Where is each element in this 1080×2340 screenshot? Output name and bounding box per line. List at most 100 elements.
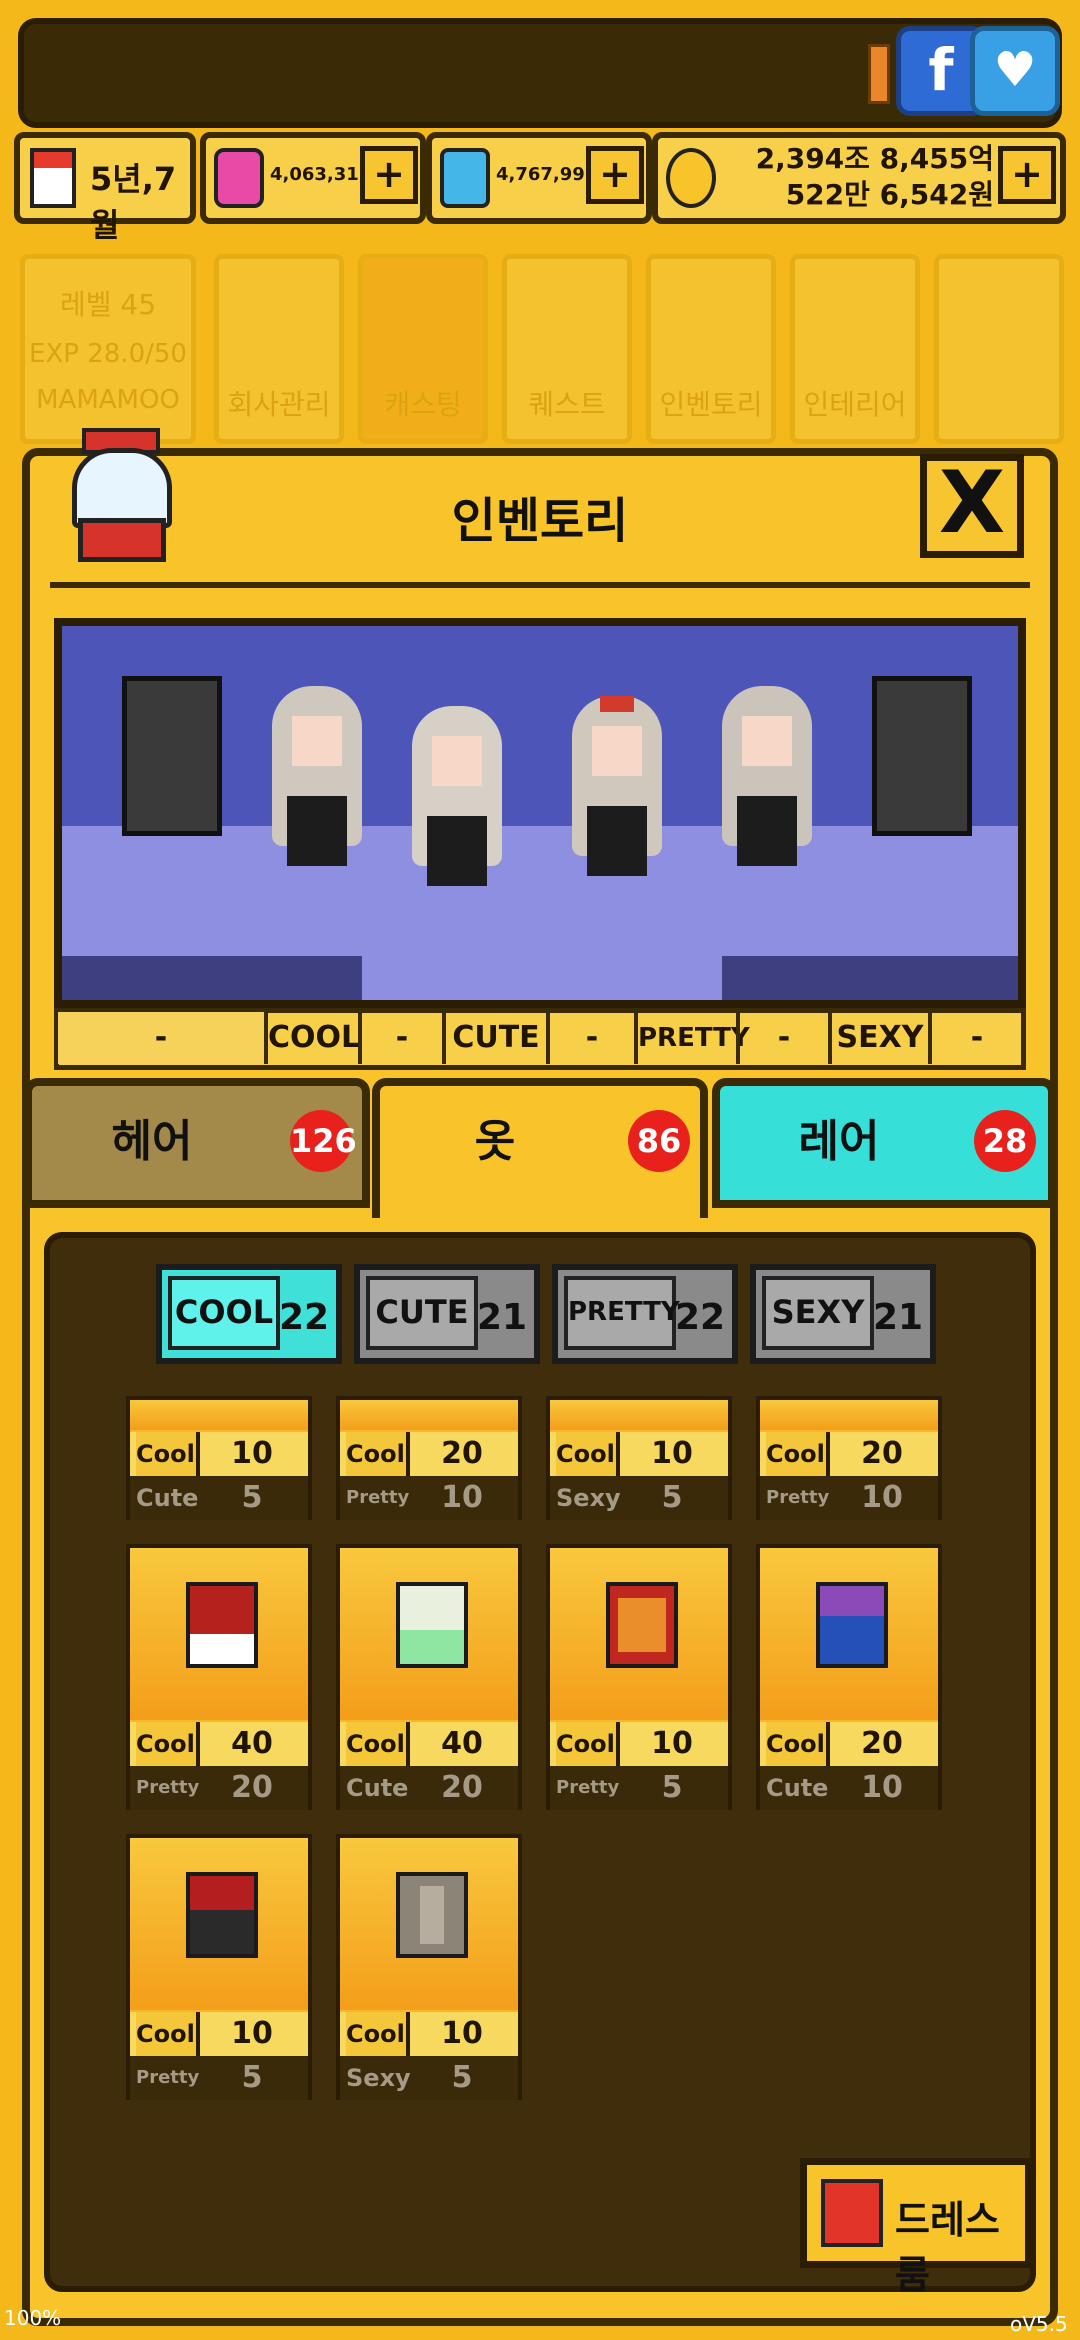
dressroom-label: 드레스룸 (895, 2198, 1000, 2297)
tab-clothes[interactable]: 옷 86 (372, 1078, 708, 1218)
level-value: 45 (120, 288, 157, 321)
item-card[interactable]: Cool 10 Pretty 5 (126, 1834, 312, 2100)
item-primary-stat: Cool (556, 1722, 620, 1766)
item-secondary-value: 5 (241, 1480, 263, 1515)
item-secondary-value: 10 (861, 1770, 903, 1805)
idol-member-1 (262, 686, 372, 886)
tab-hair[interactable]: 헤어 126 (24, 1078, 370, 1208)
item-primary-value: 10 (231, 1436, 273, 1471)
item-primary-stat: Cool (766, 1432, 830, 1476)
item-card[interactable]: Cool 10 Cute 5 (126, 1396, 312, 1520)
menu-inventory-label: 인벤토리 (659, 388, 763, 421)
item-primary-stat: Cool (346, 1432, 410, 1476)
facebook-icon: f (928, 36, 954, 104)
menu-extra[interactable] (934, 254, 1064, 444)
tab-clothes-label: 옷 (474, 1116, 516, 1167)
item-card[interactable]: Cool 20 Pretty 10 (336, 1396, 522, 1520)
outfit-icon (186, 1872, 258, 1958)
item-secondary-value: 10 (861, 1480, 903, 1515)
item-secondary-value: 5 (241, 2060, 263, 2095)
filter-sexy-count: 21 (872, 1297, 924, 1338)
item-primary-stat: Cool (556, 1432, 620, 1476)
money-display: 2,394조 8,455억 522만 6,542원 + (652, 132, 1066, 224)
menu-company[interactable]: 회사관리 (214, 254, 344, 444)
tab-clothes-count: 86 (628, 1110, 690, 1172)
item-secondary-value: 10 (441, 1480, 483, 1515)
stat-sexy-label: SEXY (828, 1012, 928, 1064)
menu-quest[interactable]: 퀘스트 (502, 254, 632, 444)
close-button[interactable]: X (920, 454, 1024, 558)
stat-cool-label: COOL (264, 1012, 360, 1064)
exp-text: EXP 28.0/50 (29, 339, 187, 369)
stat-cute-label: CUTE (442, 1012, 546, 1064)
item-card[interactable]: Cool 40 Cute 20 (336, 1544, 522, 1810)
version-label: oV5.5 (1010, 2312, 1068, 2336)
idol-member-2 (402, 706, 512, 906)
filter-cool[interactable]: COOL 22 (156, 1264, 342, 1364)
filter-pretty[interactable]: PRETTY 22 (552, 1264, 738, 1364)
item-card[interactable]: Cool 20 Cute 10 (756, 1544, 942, 1810)
outfit-icon (606, 1582, 678, 1668)
menu-company-label: 회사관리 (227, 388, 331, 421)
item-secondary-stat: Pretty (136, 2067, 200, 2088)
stat-sexy-value: - (928, 1012, 1022, 1064)
item-primary-value: 10 (651, 1436, 693, 1471)
item-card[interactable]: Cool 20 Pretty 10 (756, 1396, 942, 1520)
item-primary-value: 10 (441, 2016, 483, 2051)
money-line1: 2,394조 8,455억 (755, 142, 994, 175)
filter-pretty-label: PRETTY (564, 1276, 680, 1350)
item-card[interactable]: Cool 10 Sexy 5 (336, 1834, 522, 2100)
filter-cute[interactable]: CUTE 21 (354, 1264, 540, 1364)
menu-inventory[interactable]: 인벤토리 (646, 254, 776, 444)
group-name: MAMAMOO (36, 385, 180, 415)
event-tag-icon[interactable] (868, 44, 890, 104)
item-primary-stat: Cool (136, 1432, 200, 1476)
stage-preview (54, 618, 1026, 1008)
date-label: 5년,7월 (90, 160, 177, 244)
item-secondary-stat: Sexy (556, 1484, 621, 1512)
pink-gem-icon (214, 148, 264, 208)
coin-icon (666, 148, 716, 208)
outfit-icon (816, 1582, 888, 1668)
filter-pretty-count: 22 (674, 1297, 726, 1338)
item-card[interactable]: Cool 40 Pretty 20 (126, 1544, 312, 1810)
dressroom-button[interactable]: 드레스룸 (800, 2158, 1032, 2297)
menu-interior-label: 인테리어 (803, 388, 907, 421)
item-primary-stat: Cool (766, 1722, 830, 1766)
menu-casting-label: 캐스팅 (384, 388, 462, 421)
pink-gem-display: 4,063,317 + (200, 132, 426, 224)
item-primary-stat: Cool (346, 1722, 410, 1766)
panel-title: 인벤토리 (451, 493, 629, 549)
stat-total: - (58, 1012, 264, 1064)
item-card[interactable]: Cool 10 Pretty 5 (546, 1544, 732, 1810)
outfit-icon (396, 1872, 468, 1958)
tab-hair-label: 헤어 (111, 1116, 193, 1167)
menu-casting[interactable]: 캐스팅 (358, 254, 488, 444)
tab-rare-label: 레어 (798, 1116, 880, 1167)
date-display: 5년,7월 (14, 132, 196, 244)
tab-rare-count: 28 (974, 1110, 1036, 1172)
item-secondary-stat: Cute (346, 1774, 409, 1802)
filter-sexy[interactable]: SEXY 21 (750, 1264, 936, 1364)
item-secondary-value: 5 (661, 1480, 683, 1515)
idol-member-4 (712, 686, 822, 886)
speaker-left-icon (122, 676, 222, 836)
tab-rare[interactable]: 레어 28 (712, 1078, 1056, 1208)
add-blue-gem-button[interactable]: + (586, 146, 644, 204)
item-primary-value: 40 (231, 1726, 273, 1761)
item-card[interactable]: Cool 10 Sexy 5 (546, 1396, 732, 1520)
menu-quest-label: 퀘스트 (528, 388, 606, 421)
add-pink-gem-button[interactable]: + (360, 146, 418, 204)
stat-cute-value: - (546, 1012, 634, 1064)
item-primary-value: 20 (861, 1726, 903, 1761)
menu-interior[interactable]: 인테리어 (790, 254, 920, 444)
money-line2: 522만 6,542원 (785, 178, 994, 211)
filter-cool-label: COOL (168, 1276, 280, 1350)
outfit-icon (396, 1582, 468, 1668)
item-primary-stat: Cool (346, 2012, 410, 2056)
item-secondary-stat: Sexy (346, 2064, 411, 2092)
percent-indicator: 100% (4, 2306, 62, 2330)
add-money-button[interactable]: + (998, 146, 1056, 204)
twitter-button[interactable]: ♥ (970, 26, 1060, 116)
item-primary-value: 10 (651, 1726, 693, 1761)
